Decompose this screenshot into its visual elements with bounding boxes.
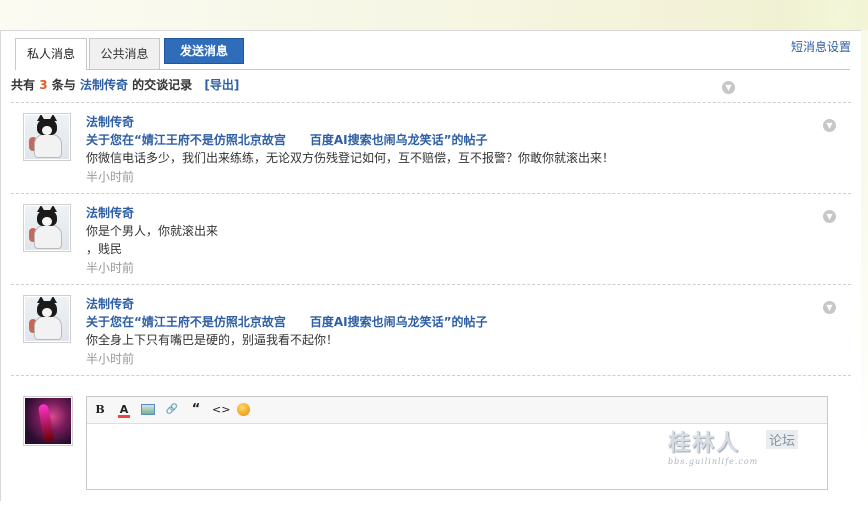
message-subject[interactable]: 关于您在“婧江王府不是仿照北京故宫 百度AI搜索也闹乌龙笑话”的帖子: [86, 313, 488, 330]
send-message-button[interactable]: 发送消息: [164, 38, 244, 64]
link-icon[interactable]: 🔗: [164, 402, 180, 418]
tab-public-messages[interactable]: 公共消息: [89, 38, 160, 69]
divider: [11, 284, 851, 285]
quote-icon[interactable]: “: [188, 402, 204, 418]
code-icon[interactable]: <>: [212, 402, 230, 418]
message-item: 法制传奇 你是个男人，你就滚出来 ，贱民 半小时前 ▼: [11, 204, 851, 294]
cat-avatar-image: [25, 115, 69, 159]
avatar[interactable]: [23, 295, 71, 343]
divider: [11, 375, 851, 376]
message-author[interactable]: 法制传奇: [86, 113, 134, 130]
reply-editor: B A 🔗 “ <>: [86, 396, 828, 490]
bold-icon[interactable]: B: [92, 402, 108, 418]
export-link[interactable]: [导出]: [204, 78, 239, 92]
message-tabs: 私人消息 公共消息 发送消息: [15, 38, 850, 70]
tab-private-messages[interactable]: 私人消息: [15, 38, 87, 70]
message-body-line: ，贱民: [86, 242, 123, 256]
conversation-summary: 共有 3 条与 法制传奇 的交谈记录 [导出]: [11, 76, 239, 93]
message-time: 半小时前: [86, 352, 135, 366]
cat-avatar-image: [25, 206, 69, 250]
message-time: 半小时前: [86, 170, 135, 184]
conversation-partner[interactable]: 法制传奇: [80, 78, 128, 92]
avatar[interactable]: [23, 204, 71, 252]
message-body: 你微信电话多少，我们出来练练，无论双方伤残登记如何，互不赔偿，互不报警？你敢你就…: [86, 151, 615, 165]
message-menu-icon[interactable]: ▼: [823, 119, 836, 132]
summary-middle: 条与: [51, 78, 76, 92]
message-item: 法制传奇 关于您在“婧江王府不是仿照北京故宫 百度AI搜索也闹乌龙笑话”的帖子 …: [11, 113, 851, 203]
message-item: 法制传奇 关于您在“婧江王府不是仿照北京故宫 百度AI搜索也闹乌龙笑话”的帖子 …: [11, 295, 851, 385]
reply-textarea[interactable]: [87, 424, 827, 489]
message-body: 你全身上下只有嘴巴是硬的，别逼我看不起你！: [86, 333, 339, 347]
page-background: [0, 0, 868, 490]
message-time: 半小时前: [86, 261, 135, 275]
divider: [11, 102, 851, 103]
message-author[interactable]: 法制传奇: [86, 295, 134, 312]
summary-suffix: 的交谈记录: [132, 78, 193, 92]
my-avatar[interactable]: [23, 396, 73, 446]
message-subject[interactable]: 关于您在“婧江王府不是仿照北京故宫 百度AI搜索也闹乌龙笑话”的帖子: [86, 131, 488, 148]
image-icon[interactable]: [140, 402, 156, 418]
collapse-all-icon[interactable]: ▼: [722, 81, 735, 94]
smiley-icon[interactable]: [236, 402, 252, 418]
message-panel: 私人消息 公共消息 发送消息 短消息设置 共有 3 条与 法制传奇 的交谈记录 …: [0, 30, 861, 501]
message-body-line: 你是个男人，你就滚出来: [86, 224, 219, 238]
message-menu-icon[interactable]: ▼: [823, 301, 836, 314]
message-settings-link[interactable]: 短消息设置: [791, 38, 851, 55]
cat-avatar-image: [25, 297, 69, 341]
message-author[interactable]: 法制传奇: [86, 204, 134, 221]
font-color-icon[interactable]: A: [116, 402, 132, 418]
divider: [11, 193, 851, 194]
avatar[interactable]: [23, 113, 71, 161]
summary-prefix: 共有: [11, 78, 36, 92]
message-count: 3: [39, 78, 48, 92]
message-menu-icon[interactable]: ▼: [823, 210, 836, 223]
user-avatar-image: [25, 398, 71, 444]
editor-toolbar: B A 🔗 “ <>: [87, 397, 827, 424]
